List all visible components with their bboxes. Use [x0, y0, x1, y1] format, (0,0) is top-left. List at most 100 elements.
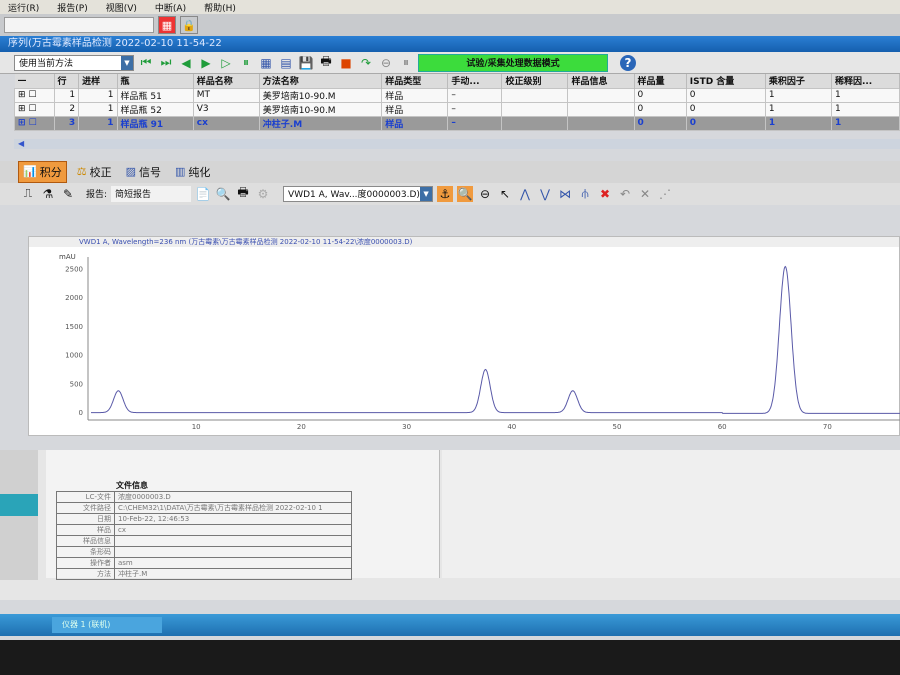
col-inj[interactable]: 进样	[78, 74, 118, 88]
col-type[interactable]: 样品类型	[381, 74, 449, 88]
col-cal-level[interactable]: 校正级别	[501, 74, 569, 88]
col-vial[interactable]: 瓶	[117, 74, 194, 88]
signal-select[interactable]: VWD1 A, Wav...度0000003.D) ▼	[283, 185, 434, 202]
redo-icon[interactable]: ↷	[358, 55, 374, 71]
draw-baseline-icon[interactable]: ⋀	[517, 186, 533, 202]
cursor-icon[interactable]: ↖	[497, 186, 513, 202]
menu-help[interactable]: 帮助(H)	[204, 1, 236, 14]
undo-icon[interactable]: ↶	[617, 186, 633, 202]
prev-icon[interactable]: ◀	[178, 55, 194, 71]
col-sample-info[interactable]: 样品信息	[567, 74, 635, 88]
next-icon[interactable]: ▶	[198, 55, 214, 71]
tab-purify[interactable]: ▥ 纯化	[171, 162, 214, 182]
print-icon[interactable]: 🖶	[318, 54, 334, 71]
col-multiplier[interactable]: 乘积因子	[765, 74, 832, 88]
col-manual[interactable]: 手动...	[447, 74, 503, 88]
col-select[interactable]: —	[14, 74, 55, 88]
row-checkbox[interactable]: ⊞ ☐	[14, 87, 55, 103]
chevron-down-icon: ▼	[420, 186, 433, 201]
integrate-icon[interactable]: ⎍	[20, 186, 36, 202]
chevron-down-icon: ▼	[121, 55, 133, 70]
menu-report[interactable]: 报告(P)	[57, 1, 87, 14]
cell-manual: –	[447, 87, 503, 103]
menu-run[interactable]: 运行(R)	[8, 1, 39, 14]
method-select[interactable]: 使用当前方法 ▼	[14, 54, 134, 71]
table-scrollbar[interactable]: ◀	[14, 138, 900, 149]
menu-view[interactable]: 视图(V)	[106, 1, 137, 14]
table-row[interactable]: ⊞ ☐ 2 1 样品瓶 52 V3 美罗培南10-90.M 样品 – 0 0 1…	[14, 101, 900, 117]
col-method[interactable]: 方法名称	[259, 74, 383, 88]
file-info-value: 浓度0000003.D	[114, 491, 352, 503]
file-info-value	[114, 535, 352, 547]
close-icon[interactable]: ✕	[637, 186, 653, 202]
table-edit-icon[interactable]: ▤	[278, 55, 294, 71]
peak-icon[interactable]: ⫛	[577, 186, 593, 202]
sequence-toolbar: 使用当前方法 ▼ ⏮ ⏭ ◀ ▶ ▷ ⏸ ▦ ▤ 💾 🖶 ■ ↷ ⊖ ⏸ 试验/采…	[0, 52, 900, 74]
delete-peak-icon[interactable]: ✖	[597, 186, 613, 202]
chromatogram-chart[interactable]: mAU 0 500 1000 1500 2000 2500 10 20 30 40 50 60 70	[29, 247, 900, 435]
zoom-out-icon[interactable]: ⊖	[477, 186, 493, 202]
chromatogram-trace	[91, 265, 900, 414]
cell-mult: 1	[764, 87, 832, 103]
taskbar: 仪器 1 (联机)	[0, 614, 900, 636]
table-row[interactable]: ⊞ ☐ 1 1 样品瓶 51 MT 美罗培南10-90.M 样品 – 0 0 1…	[14, 87, 900, 103]
cell-row: 2	[53, 101, 80, 117]
report-preview-icon[interactable]: 📄	[195, 186, 211, 202]
row-checkbox[interactable]: ⊞ ☐	[14, 101, 55, 117]
pause-icon[interactable]: ⏸	[238, 55, 254, 71]
export-icon[interactable]: ■	[338, 55, 354, 71]
tab-integration[interactable]: 📊 积分	[18, 160, 67, 183]
events-icon[interactable]: ✎	[60, 186, 76, 202]
split-icon[interactable]: ⋈	[557, 186, 573, 202]
grid-icon[interactable]: ▦	[158, 16, 176, 34]
cell-type: 样品	[381, 101, 449, 117]
tab-signal[interactable]: ▨ 信号	[122, 162, 165, 182]
file-info-row: LC-文件 浓度0000003.D	[56, 491, 352, 503]
first-icon[interactable]: ⏮	[138, 55, 154, 71]
help-icon[interactable]: ?	[620, 54, 636, 71]
run-icon[interactable]: ▷	[218, 55, 234, 71]
zoom-in-icon[interactable]: 🔍	[457, 185, 474, 202]
print-report-icon[interactable]: 🖶	[235, 185, 251, 202]
col-amount[interactable]: 样品量	[634, 74, 687, 88]
tab-label: 校正	[89, 165, 112, 179]
cell-cal	[501, 115, 569, 131]
pause-circle-icon[interactable]: ⏸	[398, 55, 414, 71]
row-checkbox[interactable]: ⊞ ☐	[14, 115, 55, 131]
save-icon[interactable]: 💾	[298, 55, 314, 71]
report-select[interactable]: 简短报告	[111, 185, 192, 202]
file-info-value: 10-Feb-22, 12:46:53	[114, 513, 352, 525]
cell-row: 3	[53, 115, 80, 131]
cell-istd: 0	[685, 101, 766, 117]
report-settings-icon[interactable]: ⚙	[255, 186, 271, 202]
col-dilution[interactable]: 稀释因...	[831, 74, 900, 88]
y-tick-label: 0	[79, 409, 83, 417]
sequence-title: 序列(万古霉素样品检测 2022-02-10 11-54-22	[0, 36, 900, 52]
table-icon[interactable]: ▦	[258, 55, 274, 71]
last-icon[interactable]: ⏭	[158, 55, 174, 71]
x-tick-label: 60	[718, 423, 727, 431]
top-input[interactable]	[4, 17, 154, 33]
valley-icon[interactable]: ⋁	[537, 186, 553, 202]
analysis-tabs: 📊 积分 ⚖ 校正 ▨ 信号 ▥ 纯化	[0, 160, 900, 183]
report-view-icon[interactable]: 🔍	[215, 186, 231, 202]
table-row-selected[interactable]: ⊞ ☐ 3 1 样品瓶 91 cx 冲柱子.M 样品 – 0 0 1 1	[14, 115, 900, 131]
tab-calibration[interactable]: ⚖ 校正	[73, 162, 116, 182]
menu-abort[interactable]: 中断(A)	[155, 1, 186, 14]
baseline-icon[interactable]: ⚓	[437, 185, 454, 202]
col-row[interactable]: 行	[54, 74, 80, 88]
auto-integrate-icon[interactable]: ⚗	[40, 186, 56, 202]
signal-icon: ▨	[125, 165, 136, 178]
file-info-row: 方法 冲柱子.M	[56, 568, 352, 580]
cell-inj: 1	[78, 87, 118, 103]
selected-view[interactable]	[0, 494, 38, 516]
col-sample-name[interactable]: 样品名称	[193, 74, 260, 88]
file-info-title: 文件信息	[116, 481, 148, 490]
lock-icon[interactable]: 🔒	[180, 16, 198, 34]
file-info-key: 样品信息	[56, 535, 115, 547]
more-icon[interactable]: ⋰	[657, 186, 673, 202]
taskbar-instrument[interactable]: 仪器 1 (联机)	[52, 617, 162, 633]
stop-icon[interactable]: ⊖	[378, 55, 394, 71]
cell-method: 美罗培南10-90.M	[258, 101, 383, 117]
col-istd[interactable]: ISTD 含量	[686, 74, 766, 88]
